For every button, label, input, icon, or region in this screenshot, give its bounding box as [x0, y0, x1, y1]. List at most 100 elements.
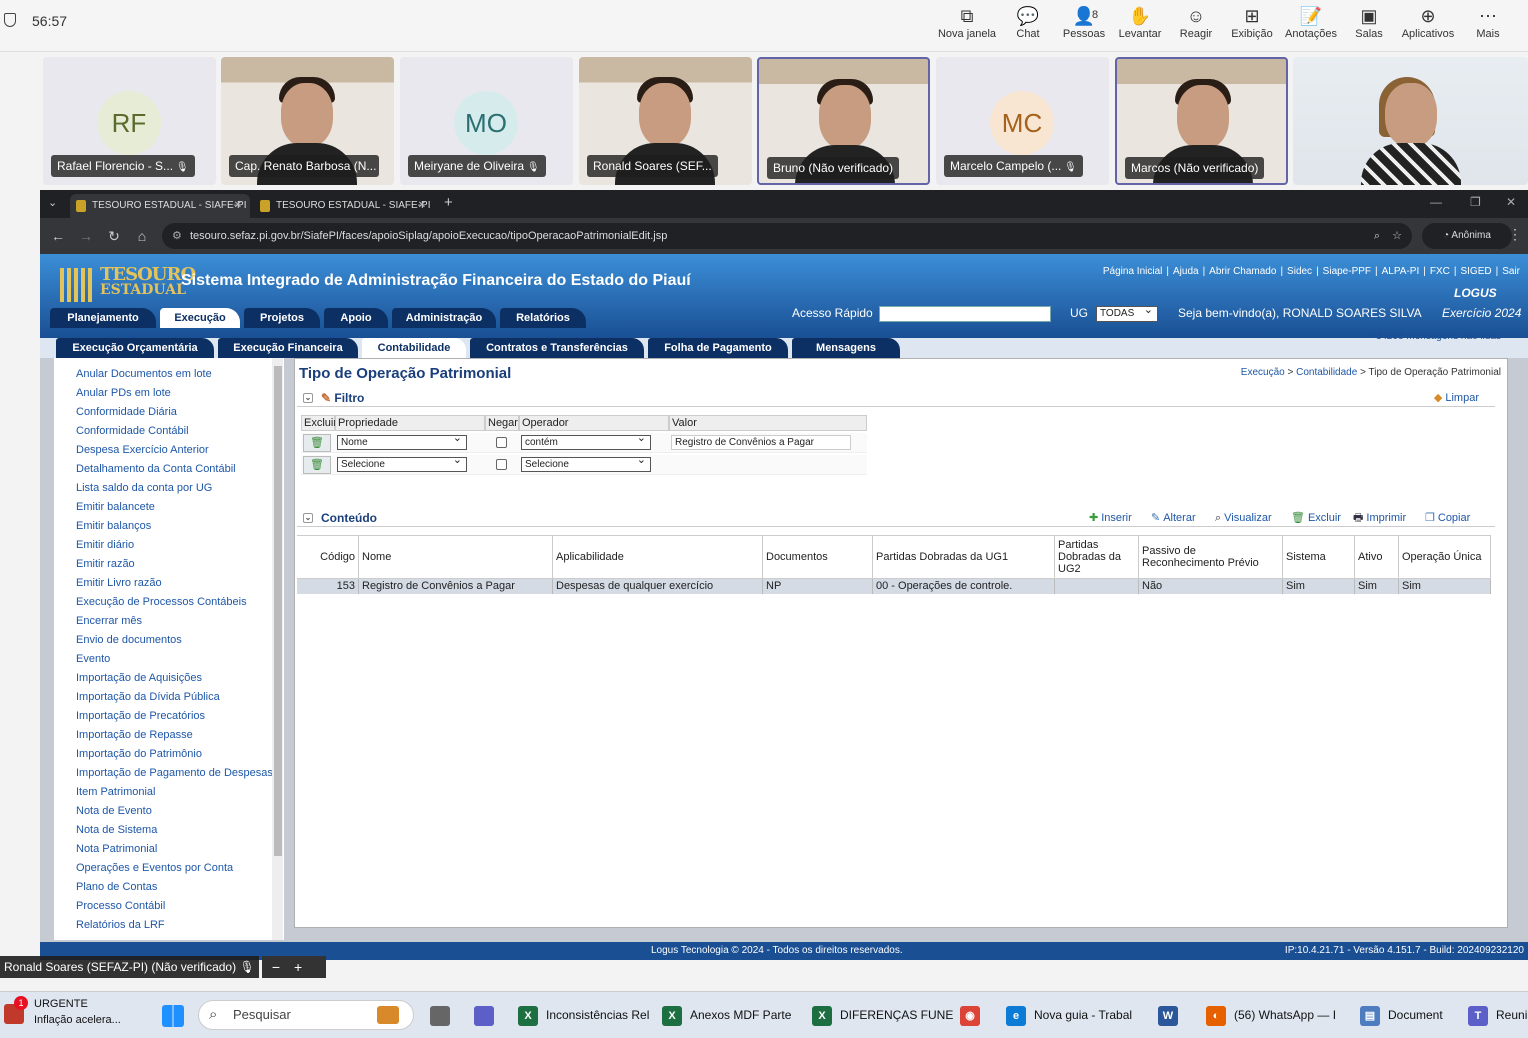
- messages-link[interactable]: ✉ 34295 mensagens não lidas: [1365, 331, 1501, 342]
- tool-imprimir-button[interactable]: 🖶 Imprimir: [1353, 509, 1406, 527]
- top-link-siape-ppf[interactable]: Siape-PPF: [1319, 266, 1375, 277]
- sidebar-item[interactable]: Detalhamento da Conta Contábil: [76, 463, 236, 475]
- tool-visualizar-button[interactable]: ⌕ Visualizar: [1215, 509, 1272, 527]
- taskbar-search[interactable]: ⌕ Pesquisar: [198, 1000, 414, 1030]
- negate-checkbox[interactable]: [496, 459, 507, 470]
- grid-header[interactable]: Partidas Dobradas da UG2: [1055, 535, 1139, 579]
- participant-tile[interactable]: Ronald Soares (SEF...: [579, 57, 752, 185]
- sidebar-item[interactable]: Nota Patrimonial: [76, 843, 157, 855]
- teams-notes-button[interactable]: 📝 Anotações: [1281, 4, 1341, 48]
- sidebar-scroll-thumb[interactable]: [274, 366, 282, 856]
- sub-tab-4[interactable]: Folha de Pagamento: [648, 338, 788, 358]
- ug-select[interactable]: TODAS: [1096, 303, 1158, 322]
- participant-tile[interactable]: MC Marcelo Campelo (... 🎙: [936, 57, 1109, 185]
- sidebar-item[interactable]: Execução de Processos Contábeis: [76, 596, 247, 608]
- sidebar-item[interactable]: Evento: [76, 653, 110, 665]
- bookmark-star-icon[interactable]: ☆: [1392, 223, 1402, 249]
- grid-header[interactable]: Código: [297, 535, 359, 579]
- close-tab-icon[interactable]: ✕: [418, 194, 426, 218]
- main-tab-1[interactable]: Execução: [160, 308, 240, 328]
- sub-tab-2[interactable]: Contabilidade: [362, 338, 466, 358]
- news-widget[interactable]: 1 URGENTE Inflação acelera...: [4, 996, 121, 1026]
- sidebar-item[interactable]: Processo Contábil: [76, 900, 165, 912]
- sidebar-item[interactable]: Importação de Repasse: [76, 729, 193, 741]
- sidebar-item[interactable]: Conformidade Diária: [76, 406, 177, 418]
- teams-chat-button[interactable]: [474, 1001, 502, 1029]
- property-select[interactable]: Nome: [337, 432, 467, 450]
- breadcrumb-execucao[interactable]: Execução: [1241, 367, 1285, 378]
- tesouro-logo[interactable]: TESOURO ESTADUAL: [60, 262, 196, 302]
- sidebar-item[interactable]: Emitir razão: [76, 558, 135, 570]
- sidebar-item[interactable]: Emitir balancete: [76, 501, 155, 513]
- sidebar-item[interactable]: Importação de Pagamento de Despesas: [76, 767, 273, 779]
- grid-header[interactable]: Sistema: [1283, 535, 1355, 579]
- browser-tab-2[interactable]: TESOURO ESTADUAL - SIAFE-PI ✕: [254, 194, 434, 218]
- sidebar-item[interactable]: Item Patrimonial: [76, 786, 155, 798]
- taskbar-app[interactable]: ◉: [960, 1001, 988, 1029]
- participant-tile[interactable]: RF Rafael Florencio - S... 🎙: [43, 57, 216, 185]
- sub-tab-1[interactable]: Execução Financeira: [218, 338, 358, 358]
- sidebar-item[interactable]: Importação da Dívida Pública: [76, 691, 220, 703]
- tool-copiar-button[interactable]: ❐ Copiar: [1425, 509, 1470, 527]
- top-link-siged[interactable]: SIGED: [1456, 266, 1495, 277]
- sidebar-item[interactable]: Nota de Evento: [76, 805, 152, 817]
- acesso-rapido-input[interactable]: [879, 306, 1051, 322]
- grid-header[interactable]: Documentos: [763, 535, 873, 579]
- grid-header[interactable]: Aplicabilidade: [553, 535, 763, 579]
- browser-menu-icon[interactable]: ⋮: [1508, 226, 1522, 243]
- teams-apps-button[interactable]: ⊕ Aplicativos: [1398, 4, 1458, 48]
- teams-raise-hand-button[interactable]: ✋ Levantar: [1110, 4, 1170, 48]
- grid-cell[interactable]: Despesas de qualquer exercício: [553, 579, 763, 594]
- taskbar-app[interactable]: X Inconsistências Rel: [518, 1001, 649, 1029]
- delete-filter-button[interactable]: 🗑: [303, 434, 331, 452]
- teams-new-window-button[interactable]: ⧉ Nova janela: [937, 4, 997, 48]
- sidebar-item[interactable]: Importação de Precatórios: [76, 710, 205, 722]
- minimize-icon[interactable]: —: [1430, 195, 1442, 209]
- top-link-sair[interactable]: Sair: [1498, 266, 1524, 277]
- sidebar-item[interactable]: Plano de Contas: [76, 881, 157, 893]
- operator-select[interactable]: contém: [521, 432, 651, 450]
- new-tab-icon[interactable]: +: [444, 194, 453, 211]
- reload-icon[interactable]: ↻: [104, 226, 124, 246]
- tab-list-icon[interactable]: ⌄: [48, 196, 57, 209]
- task-view-button[interactable]: [430, 1001, 458, 1029]
- main-tab-4[interactable]: Administração: [392, 308, 496, 328]
- site-info-icon[interactable]: ⚙: [172, 223, 182, 249]
- sidebar-item[interactable]: Emitir diário: [76, 539, 134, 551]
- taskbar-app[interactable]: e Nova guia - Trabal: [1006, 1001, 1132, 1029]
- breadcrumb-contabilidade[interactable]: Contabilidade: [1296, 367, 1357, 378]
- taskbar-app[interactable]: ◐ (56) WhatsApp — I: [1206, 1001, 1336, 1029]
- sidebar-item[interactable]: Lista saldo da conta por UG: [76, 482, 212, 494]
- taskbar-app[interactable]: W: [1158, 1001, 1186, 1029]
- grid-header[interactable]: Operação Única: [1399, 535, 1491, 579]
- sidebar-item[interactable]: Anular PDs em lote: [76, 387, 171, 399]
- sidebar-item[interactable]: Despesa Exercício Anterior: [76, 444, 209, 456]
- filter-section-header[interactable]: ⌄ ✎ Filtro ◆ Limpar: [297, 389, 1495, 407]
- grid-cell[interactable]: Não: [1139, 579, 1283, 594]
- collapse-icon[interactable]: ⌄: [303, 393, 313, 403]
- operator-select[interactable]: Selecione: [521, 454, 651, 472]
- main-tab-0[interactable]: Planejamento: [50, 308, 156, 328]
- sub-tab-0[interactable]: Execução Orçamentária: [56, 338, 214, 358]
- tool-inserir-button[interactable]: ✚ Inserir: [1089, 509, 1132, 527]
- value-input[interactable]: Registro de Convênios a Pagar: [671, 435, 851, 450]
- sub-tab-3[interactable]: Contratos e Transferências: [470, 338, 644, 358]
- collapse-icon[interactable]: ⌄: [303, 513, 313, 523]
- clear-filter-button[interactable]: ◆ Limpar: [1434, 389, 1479, 407]
- forward-icon[interactable]: →: [76, 226, 96, 246]
- top-link-alpa-pi[interactable]: ALPA-PI: [1378, 266, 1424, 277]
- taskbar-app[interactable]: T Reuni: [1468, 1001, 1527, 1029]
- teams-people-button[interactable]: 👤 8 Pessoas: [1054, 4, 1114, 48]
- sidebar-item[interactable]: Encerrar mês: [76, 615, 142, 627]
- grid-header[interactable]: Nome: [359, 535, 553, 579]
- participant-tile[interactable]: Cap. Renato Barbosa (N...: [221, 57, 394, 185]
- sidebar-item[interactable]: Conformidade Contábil: [76, 425, 189, 437]
- negate-checkbox[interactable]: [496, 437, 507, 448]
- url-input[interactable]: ⚙ tesouro.sefaz.pi.gov.br/SiafePI/faces/…: [162, 223, 1412, 249]
- close-window-icon[interactable]: ✕: [1506, 195, 1516, 209]
- sidebar-item[interactable]: Nota de Sistema: [76, 824, 157, 836]
- main-tab-3[interactable]: Apoio: [324, 308, 388, 328]
- taskbar-app[interactable]: ▤ Document: [1360, 1001, 1443, 1029]
- maximize-icon[interactable]: ❐: [1470, 195, 1481, 209]
- start-button[interactable]: [162, 1001, 192, 1029]
